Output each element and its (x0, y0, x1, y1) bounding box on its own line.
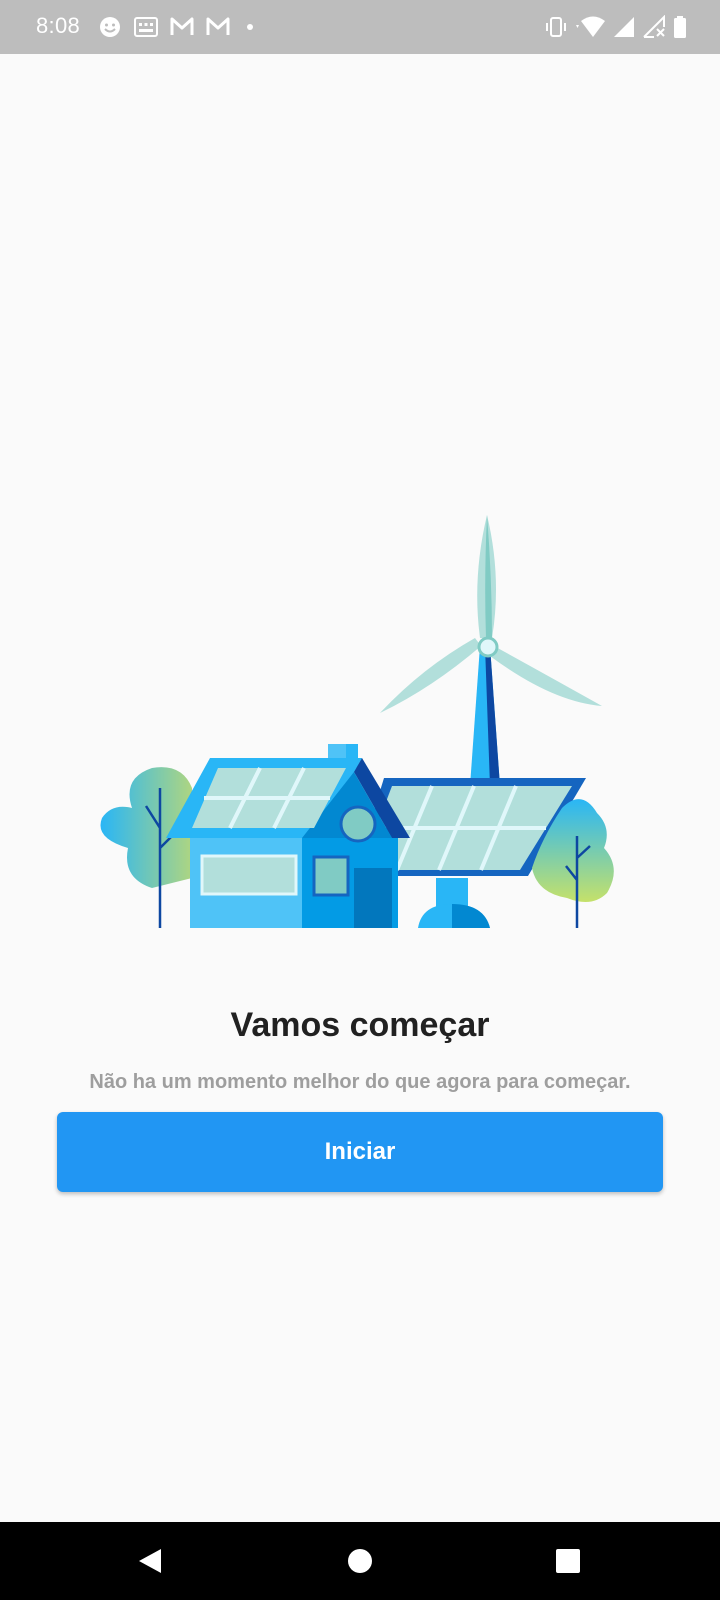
home-button[interactable] (340, 1541, 380, 1581)
wifi-icon (574, 15, 606, 39)
system-icons (544, 14, 688, 40)
renewable-energy-illustration (100, 515, 614, 928)
battery-icon (672, 15, 688, 39)
house (166, 744, 410, 928)
status-bar: 8:08 (0, 0, 720, 54)
gmail-icon (206, 15, 230, 39)
home-icon (348, 1549, 372, 1573)
onboarding-screen: Vamos começar Não ha um momento melhor d… (0, 54, 720, 1522)
left-tree (100, 767, 192, 928)
face-icon (98, 15, 122, 39)
page-title: Vamos começar (230, 1006, 490, 1044)
signal-icon (612, 15, 636, 39)
gmail-icon (170, 15, 194, 39)
signal-no-data-icon (642, 15, 666, 39)
status-time: 8:08 (36, 13, 81, 38)
calendar-icon (134, 15, 158, 39)
vibrate-icon (544, 15, 568, 39)
start-button[interactable]: Iniciar (57, 1112, 663, 1192)
notification-icons (98, 15, 258, 39)
back-icon (139, 1549, 161, 1573)
dot-icon (242, 15, 258, 39)
navigation-bar (0, 1522, 720, 1600)
back-button[interactable] (130, 1541, 170, 1581)
page-subtitle: Não ha um momento melhor do que agora pa… (89, 1071, 631, 1093)
recents-button[interactable] (548, 1541, 588, 1581)
recents-icon (556, 1549, 580, 1573)
wind-turbine (380, 515, 602, 786)
